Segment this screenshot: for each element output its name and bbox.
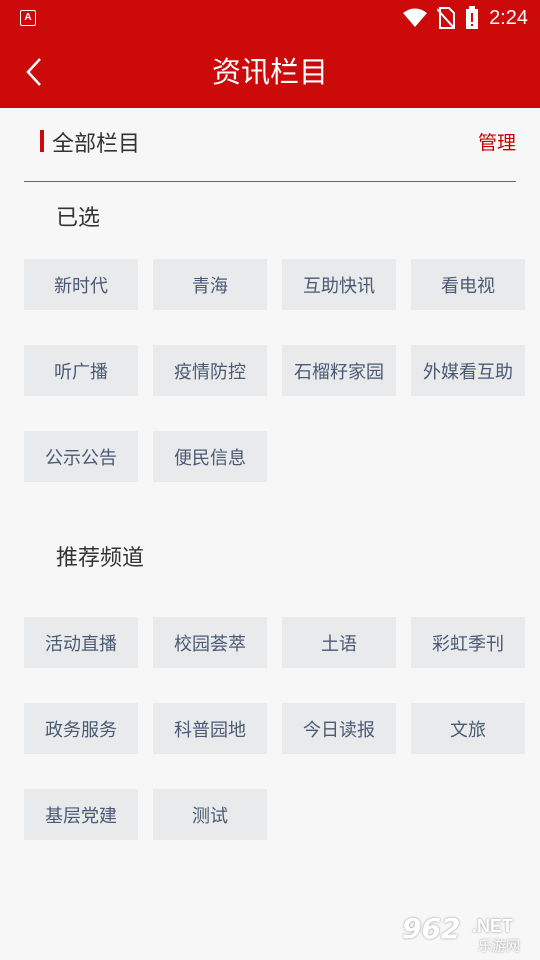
recommended-chip[interactable]: 政务服务 [24,703,138,754]
selected-chip[interactable]: 石榴籽家园 [282,345,396,396]
app-notification-icon: A [20,10,36,26]
recommended-chip[interactable]: 测试 [153,789,267,840]
recommended-chip[interactable]: 土语 [282,617,396,668]
selected-chip[interactable]: 互助快讯 [282,259,396,310]
watermark-domain: .NET [472,916,514,936]
recommended-chip[interactable]: 科普园地 [153,703,267,754]
selected-chip[interactable]: 疫情防控 [153,345,267,396]
selected-section-title: 已选 [56,206,101,231]
wifi-icon [403,8,428,27]
watermark-logo: 962 .NET 乐游网 [402,912,538,956]
selected-chip[interactable]: 外媒看互助 [411,345,525,396]
selected-chip[interactable]: 看电视 [411,259,525,310]
all-columns-header: 全部栏目 管理 [24,116,516,166]
watermark-number: 962 [402,912,461,945]
recommended-chip[interactable]: 基层党建 [24,789,138,840]
selected-chip[interactable]: 新时代 [24,259,138,310]
battery-icon [466,6,479,29]
all-columns-title: 全部栏目 [52,132,141,157]
divider [24,181,516,182]
page-title: 资讯栏目 [211,55,328,89]
status-bar: A 2:24 [0,0,540,36]
selected-chip[interactable]: 青海 [153,259,267,310]
status-icons: 2:24 [403,6,528,30]
watermark-text: 乐游网 [478,939,520,955]
recommended-chip[interactable]: 校园荟萃 [153,617,267,668]
selected-chip[interactable]: 公示公告 [24,431,138,482]
selected-chip[interactable]: 便民信息 [153,431,267,482]
no-sim-icon [437,7,456,29]
status-time: 2:24 [489,6,528,29]
recommended-chip[interactable]: 今日读报 [282,703,396,754]
section-accent-bar [40,130,44,152]
recommended-chip[interactable]: 文旅 [411,703,525,754]
title-bar: 资讯栏目 [0,36,540,108]
manage-button[interactable]: 管理 [478,128,516,155]
recommended-chip[interactable]: 彩虹季刊 [411,617,525,668]
selected-chip[interactable]: 听广播 [24,345,138,396]
recommended-chip[interactable]: 活动直播 [24,617,138,668]
recommended-section-title: 推荐频道 [56,546,145,571]
